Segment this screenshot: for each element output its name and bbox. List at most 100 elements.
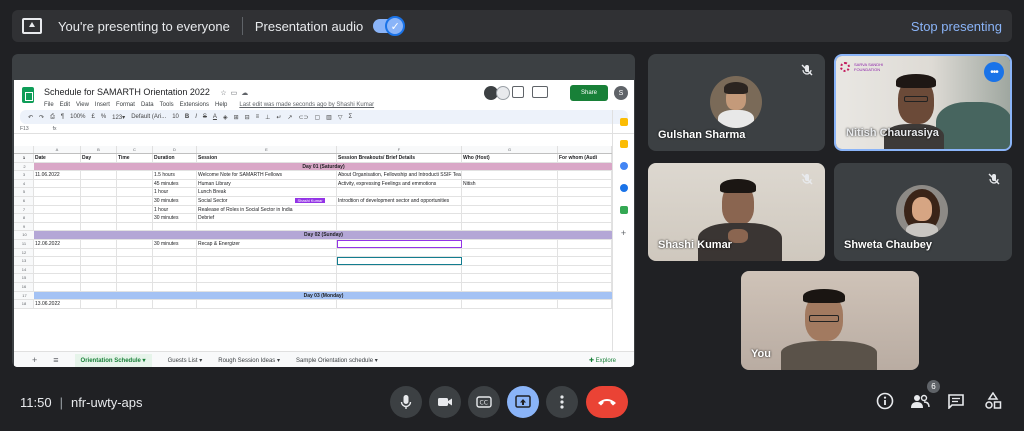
tab-rough-session-ideas[interactable]: Rough Session Ideas ▾ — [218, 357, 280, 364]
formula-bar[interactable]: F13 fx — [14, 124, 634, 134]
keep-icon[interactable] — [619, 118, 628, 126]
number-format-select[interactable]: 123▾ — [112, 114, 125, 121]
leave-call-button[interactable] — [586, 386, 628, 418]
add-addon-icon[interactable]: + — [621, 228, 626, 238]
present-now-button[interactable] — [507, 386, 539, 418]
table-row: 11 12.06.2022 30 minutes Recap & Energiz… — [14, 239, 612, 249]
redo-icon[interactable]: ↷ — [39, 114, 44, 121]
strikethrough-icon[interactable]: S — [203, 114, 207, 120]
menu-extensions[interactable]: Extensions — [180, 102, 209, 108]
activities-button[interactable] — [982, 390, 1004, 412]
microphone-button[interactable] — [390, 386, 422, 418]
chat-button[interactable] — [945, 390, 967, 412]
align-icon[interactable]: ≡ — [256, 114, 260, 120]
tasks-icon[interactable] — [619, 162, 628, 170]
borders-icon[interactable]: ⊞ — [234, 114, 239, 121]
zoom-select[interactable]: 100% — [70, 114, 85, 120]
participant-tile[interactable]: Shashi Kumar — [648, 163, 825, 261]
table-row: 15 — [14, 274, 612, 283]
sheet-menu-bar: File Edit View Insert Format Data Tools … — [44, 102, 374, 108]
contacts-icon[interactable] — [619, 184, 628, 192]
day-heading-row: 2 Day 01 (Saturday) — [14, 162, 612, 172]
people-icon — [911, 394, 930, 408]
present-screen-icon — [22, 18, 42, 34]
stop-presenting-button[interactable]: Stop presenting — [911, 19, 1002, 34]
percent-icon[interactable]: % — [101, 114, 106, 120]
paint-format-icon[interactable]: ¶ — [61, 114, 64, 120]
add-sheet-icon[interactable]: + — [32, 355, 37, 365]
camera-button[interactable] — [429, 386, 461, 418]
more-options-button[interactable] — [546, 386, 578, 418]
participant-tile[interactable]: Shweta Chaubey — [834, 163, 1012, 261]
participant-tile[interactable]: SARVA SANDHI FOUNDATION ••• Nitish Chaur… — [834, 54, 1012, 151]
meet-present-icon[interactable] — [532, 86, 548, 98]
camera-icon — [438, 398, 452, 406]
chart-icon[interactable]: ▥ — [326, 114, 332, 121]
collaborator-selected-cell[interactable] — [337, 239, 462, 248]
participant-tile[interactable]: Gulshan Sharma — [648, 54, 825, 151]
captions-button[interactable]: CC — [468, 386, 500, 418]
menu-tools[interactable]: Tools — [160, 102, 174, 108]
menu-edit[interactable]: Edit — [60, 102, 70, 108]
all-sheets-icon[interactable]: ≡ — [53, 355, 58, 365]
menu-data[interactable]: Data — [141, 102, 154, 108]
wrap-icon[interactable]: ↵ — [276, 114, 281, 121]
valign-icon[interactable]: ⊥ — [265, 114, 270, 121]
rotate-icon[interactable]: ↗ — [287, 114, 292, 121]
meet-window: You're presenting to everyone Presentati… — [0, 0, 1024, 431]
comment-icon[interactable]: ▢ — [315, 114, 321, 121]
people-button[interactable] — [909, 390, 931, 412]
menu-view[interactable]: View — [76, 102, 89, 108]
explore-button[interactable]: ✚ Explore — [589, 357, 616, 364]
print-icon[interactable]: ⎙ — [50, 114, 55, 121]
folder-icon[interactable]: ▭ — [231, 89, 238, 97]
participant-name: You — [751, 348, 771, 360]
menu-format[interactable]: Format — [116, 102, 135, 108]
info-icon — [876, 392, 894, 410]
menu-help[interactable]: Help — [215, 102, 227, 108]
sheet-title[interactable]: Schedule for SAMARTH Orientation 2022 — [44, 87, 210, 97]
chat-icon — [948, 394, 964, 409]
font-size-select[interactable]: 10 — [172, 114, 179, 120]
presentation-audio-toggle[interactable]: ✓ — [373, 16, 406, 36]
comment-history-icon[interactable] — [512, 86, 524, 98]
more-options-button[interactable]: ••• — [984, 62, 1004, 82]
calendar-icon[interactable] — [619, 140, 628, 148]
share-button[interactable]: Share — [570, 85, 608, 101]
functions-icon[interactable]: Σ — [348, 114, 352, 120]
spreadsheet-grid[interactable]: A B C D E F G 1 Date Day Time Duration S… — [14, 146, 612, 309]
maps-icon[interactable] — [619, 206, 628, 214]
tab-orientation-schedule[interactable]: Orientation Schedule ▾ — [74, 353, 152, 367]
meeting-details-button[interactable] — [874, 390, 896, 412]
bold-icon[interactable]: B — [185, 114, 189, 120]
presenting-banner: You're presenting to everyone Presentati… — [12, 10, 1012, 42]
currency-icon[interactable]: £ — [91, 114, 94, 120]
table-row: 7 1 hour Realease of Roles in Social Sec… — [14, 205, 612, 215]
meeting-time: 11:50 — [20, 394, 52, 410]
font-select[interactable]: Default (Ari... — [131, 114, 166, 120]
star-icon[interactable]: ☆ — [220, 89, 226, 97]
sheet-toolbar: ↶ ↷ ⎙ ¶ 100% £ % 123▾ Default (Ari... 10… — [20, 110, 628, 124]
fill-color-icon[interactable]: ◈ — [223, 114, 228, 121]
foundation-name: SARVA SANDHI FOUNDATION — [854, 62, 884, 72]
tab-sample-orientation-schedule[interactable]: Sample Orientation schedule ▾ — [296, 357, 378, 364]
text-color-icon[interactable]: A — [213, 114, 217, 120]
link-icon[interactable]: ⊂⊃ — [298, 114, 308, 121]
table-header-row: 1 Date Day Time Duration Session Session… — [14, 154, 612, 163]
meeting-code: nfr-uwty-aps — [70, 394, 143, 410]
menu-insert[interactable]: Insert — [95, 102, 110, 108]
table-row: 13 — [14, 257, 612, 266]
tab-guests-list[interactable]: Guests List ▾ — [168, 357, 203, 364]
collaborator-avatar[interactable] — [496, 86, 510, 100]
undo-icon[interactable]: ↶ — [28, 114, 33, 121]
day-heading-row: 10 Day 02 (Sunday) — [14, 231, 612, 240]
italic-icon[interactable]: I — [195, 114, 197, 120]
active-selected-cell[interactable] — [337, 257, 462, 265]
merge-icon[interactable]: ⊟ — [245, 114, 250, 121]
day-heading-row: 17 Day 03 (Monday) — [14, 291, 612, 301]
menu-file[interactable]: File — [44, 102, 54, 108]
account-avatar[interactable]: S — [614, 86, 628, 100]
filter-icon[interactable]: ▽ — [338, 114, 343, 121]
participant-tile-self[interactable]: You — [741, 271, 919, 370]
last-edit-link[interactable]: Last edit was made seconds ago by Shashi… — [239, 102, 374, 108]
